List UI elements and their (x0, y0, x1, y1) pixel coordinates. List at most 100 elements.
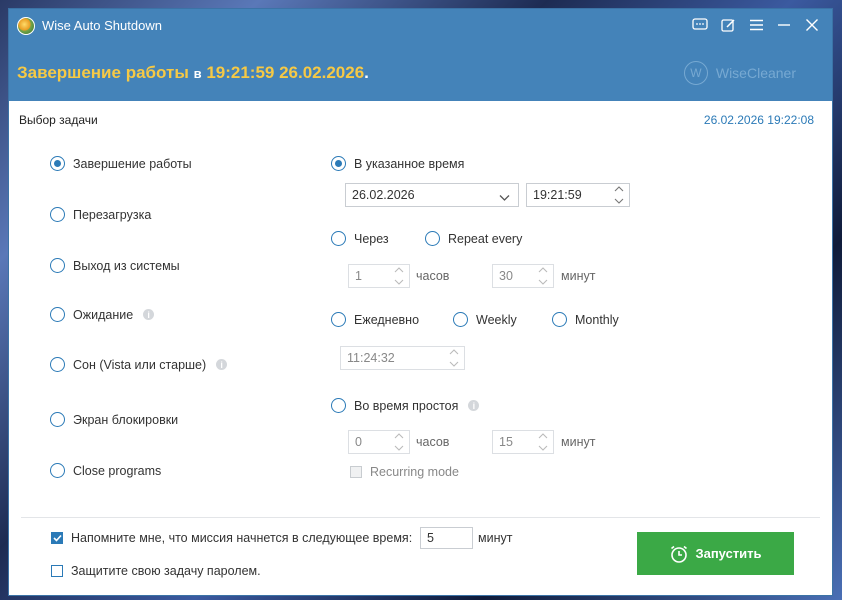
radio-daily[interactable]: Ежедневно (331, 312, 419, 327)
idle-hours-stepper[interactable]: 0 (348, 430, 410, 454)
radio-weekly[interactable]: Weekly (453, 312, 517, 327)
stepper-arrows[interactable] (392, 266, 406, 286)
wisecleaner-logo-icon: W (683, 61, 708, 85)
hours-stepper[interactable]: 1 (348, 264, 410, 288)
minimize-icon[interactable] (770, 14, 798, 36)
radio-indicator[interactable] (50, 412, 65, 427)
radio-label: Ожидание (73, 307, 134, 322)
radio-label: Repeat every (448, 231, 523, 246)
daily-time-stepper[interactable]: 11:24:32 (340, 346, 465, 370)
recurring-mode-checkbox[interactable]: Recurring mode (350, 465, 459, 479)
password-checkbox[interactable]: Защитите свою задачу паролем. (51, 564, 261, 578)
date-dropdown[interactable]: 26.02.2026 (345, 183, 519, 207)
radio-label: Через (354, 231, 389, 246)
radio-label: Close programs (73, 463, 162, 478)
hours-unit: часов (416, 269, 450, 283)
radio-indicator[interactable] (50, 207, 65, 222)
remind-minutes-input[interactable]: 5 (420, 527, 473, 549)
radio-indicator[interactable] (331, 231, 346, 246)
radio-close-programs[interactable]: Close programs (50, 463, 161, 478)
remind-checkbox[interactable]: Напомните мне, что миссия начнется в сле… (51, 531, 412, 545)
radio-indicator[interactable] (50, 307, 65, 322)
radio-idle[interactable]: Во время простоя i (331, 398, 480, 413)
idle-minutes-stepper[interactable]: 15 (492, 430, 554, 454)
checkbox-label: Защитите свою задачу паролем. (71, 564, 261, 578)
idle-hours-unit: часов (416, 435, 450, 449)
chevron-down-icon (394, 445, 404, 451)
checkmark-icon (52, 534, 62, 542)
chevron-up-icon (394, 433, 404, 439)
menu-icon[interactable] (742, 14, 770, 36)
radio-indicator[interactable] (552, 312, 567, 327)
radio-indicator[interactable] (50, 258, 65, 273)
app-window: Wise Auto Shutdown Завершение работы в 1… (8, 8, 833, 596)
radio-lock-screen[interactable]: Экран блокировки (50, 412, 178, 427)
banner-action: Завершение работы (17, 63, 189, 82)
chevron-up-icon (394, 267, 404, 273)
radio-label: Сон (Vista или старше) (73, 357, 207, 372)
info-icon[interactable]: i (143, 309, 155, 320)
alarm-clock-icon (671, 545, 688, 563)
radio-indicator[interactable] (50, 357, 65, 372)
radio-after[interactable]: Через (331, 231, 389, 246)
start-button[interactable]: Запустить (637, 532, 794, 575)
info-icon[interactable]: i (216, 359, 228, 370)
checkbox-indicator[interactable] (350, 466, 362, 478)
idle-hours-value: 0 (355, 435, 362, 449)
section-label: Выбор задачи (19, 113, 98, 127)
checkbox-indicator[interactable] (51, 532, 63, 544)
checkbox-label: Напомните мне, что миссия начнется в сле… (71, 531, 413, 545)
stepper-arrows[interactable] (536, 266, 550, 286)
chevron-up-icon (538, 267, 548, 273)
chevron-down-icon (538, 445, 548, 451)
radio-logoff[interactable]: Выход из системы (50, 258, 180, 273)
checkbox-label: Recurring mode (370, 465, 459, 479)
brand-name: WiseCleaner (715, 65, 796, 81)
radio-label: Перезагрузка (73, 207, 152, 222)
chevron-down-icon (449, 361, 459, 367)
radio-indicator[interactable] (331, 398, 346, 413)
app-title: Wise Auto Shutdown (42, 18, 162, 33)
chevron-down-icon (538, 279, 548, 285)
banner-preposition: в (193, 66, 202, 81)
time-stepper[interactable]: 19:21:59 (526, 183, 630, 207)
radio-indicator[interactable] (50, 463, 65, 478)
radio-sleep[interactable]: Сон (Vista или старше) i (50, 357, 228, 372)
minutes-value: 30 (499, 269, 513, 283)
radio-shutdown[interactable]: Завершение работы (50, 156, 192, 171)
radio-indicator[interactable] (425, 231, 440, 246)
stepper-arrows[interactable] (536, 432, 550, 452)
radio-repeat-every[interactable]: Repeat every (425, 231, 522, 246)
app-logo-icon (17, 17, 35, 35)
radio-indicator[interactable] (331, 312, 346, 327)
stepper-arrows[interactable] (612, 185, 626, 205)
minutes-unit: минут (561, 269, 596, 283)
radio-label: Выход из системы (73, 258, 180, 273)
radio-label: В указанное время (354, 156, 465, 171)
radio-label: Завершение работы (73, 156, 192, 171)
edit-icon[interactable] (714, 14, 742, 36)
chevron-up-icon (614, 186, 624, 192)
radio-indicator[interactable] (331, 156, 346, 171)
start-label: Запустить (695, 546, 762, 561)
stepper-arrows[interactable] (392, 432, 406, 452)
radio-indicator[interactable] (453, 312, 468, 327)
info-icon[interactable]: i (468, 400, 480, 411)
radio-monthly[interactable]: Monthly (552, 312, 619, 327)
stepper-arrows[interactable] (447, 348, 461, 368)
radio-standby[interactable]: Ожидание i (50, 307, 155, 322)
brand-logo[interactable]: W WiseCleaner (683, 61, 796, 85)
minutes-stepper[interactable]: 30 (492, 264, 554, 288)
idle-minutes-value: 15 (499, 435, 513, 449)
daily-time-value: 11:24:32 (347, 351, 395, 365)
feedback-icon[interactable] (686, 14, 714, 36)
close-icon[interactable] (798, 14, 826, 36)
radio-specified-time[interactable]: В указанное время (331, 156, 464, 171)
radio-restart[interactable]: Перезагрузка (50, 207, 151, 222)
chevron-down-icon (614, 198, 624, 204)
chevron-up-icon (538, 433, 548, 439)
radio-indicator[interactable] (50, 156, 65, 171)
checkbox-indicator[interactable] (51, 565, 63, 577)
banner-period: . (364, 63, 369, 82)
current-datetime: 26.02.2026 19:22:08 (703, 113, 814, 127)
